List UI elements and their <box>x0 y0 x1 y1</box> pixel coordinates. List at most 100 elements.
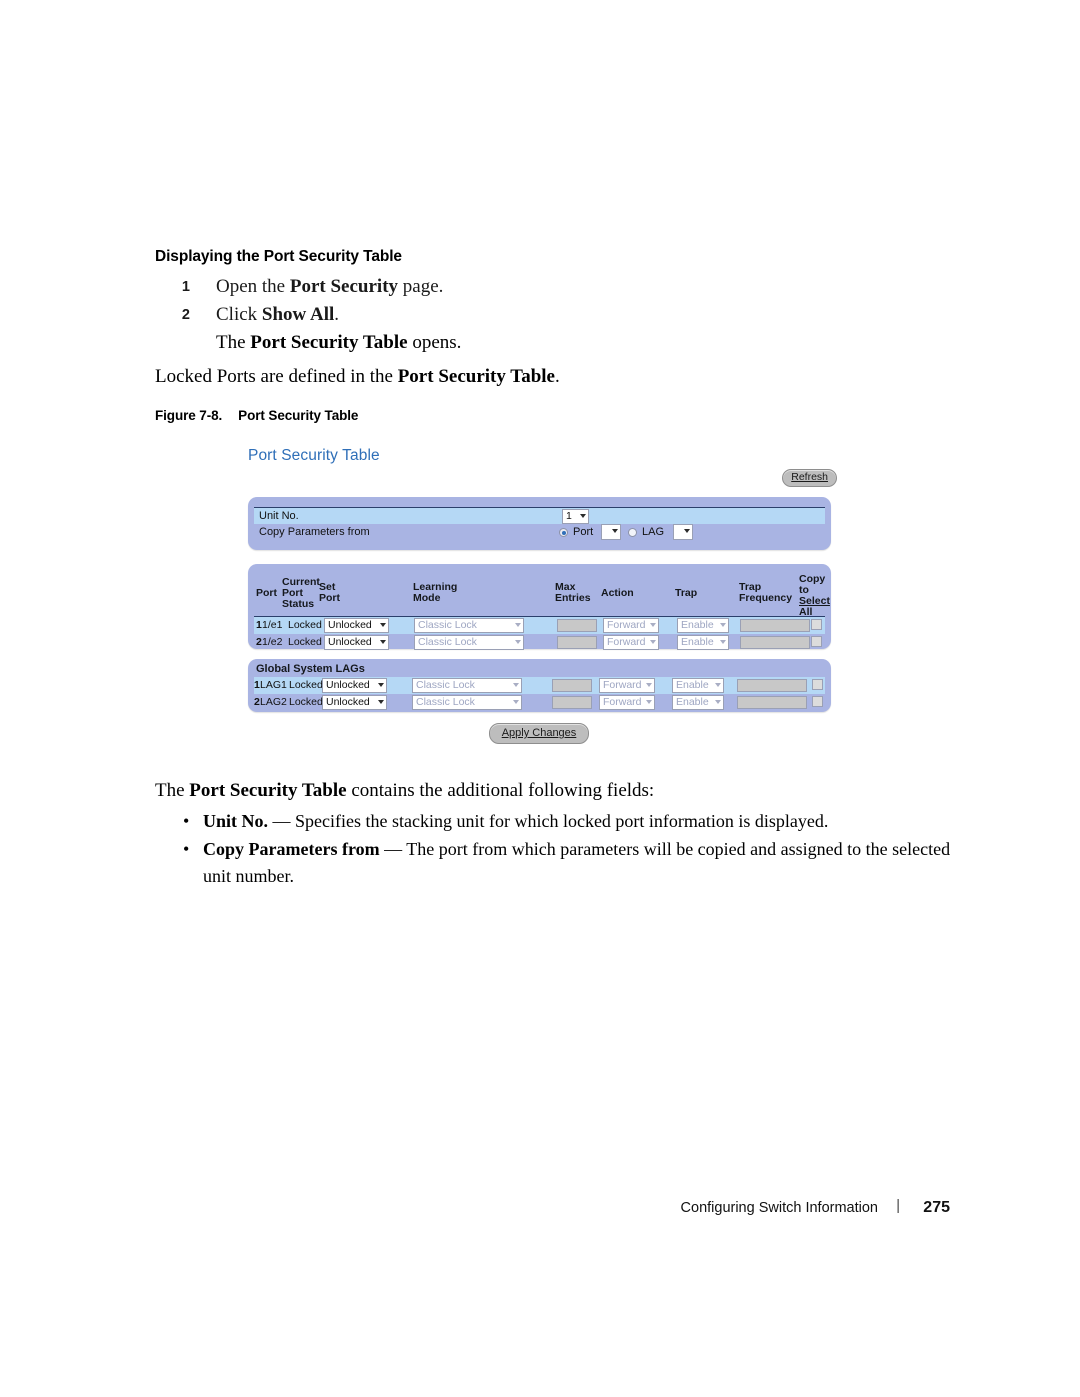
action-value: Forward <box>607 619 646 631</box>
copy-from-lag-select[interactable] <box>673 524 693 540</box>
apply-changes-button[interactable]: Apply Changes <box>488 723 590 744</box>
chevron-down-icon <box>380 640 386 644</box>
column-header-action: Action <box>601 587 634 599</box>
set-port-value: Unlocked <box>328 619 372 631</box>
cell-action-select[interactable]: Forward <box>603 618 659 633</box>
cell-trap-frequency-input[interactable] <box>737 679 807 692</box>
cell-action-select[interactable]: Forward <box>603 635 659 650</box>
chevron-down-icon <box>378 683 384 687</box>
cell-trap-select[interactable]: Enable <box>677 618 729 633</box>
chevron-down-icon <box>513 683 519 687</box>
cell-copy-to-checkbox[interactable] <box>811 636 822 647</box>
cell-set-port-select[interactable]: Unlocked <box>322 695 387 710</box>
cell-current-port-status: Locked <box>288 619 322 631</box>
cell-max-entries-input[interactable] <box>557 619 597 632</box>
global-system-lags-panel: Global System LAGs 1 LAG1 Locked Unlocke… <box>248 659 831 712</box>
figure-caption: Figure 7-8. Port Security Table <box>155 408 358 423</box>
learning-mode-value: Classic Lock <box>418 636 477 648</box>
column-header-learning-mode-line2: Mode <box>413 592 441 604</box>
cell-port: 1/e1 <box>262 619 283 631</box>
cell-learning-mode-select[interactable]: Classic Lock <box>412 678 522 693</box>
cell-trap-frequency-input[interactable] <box>740 636 810 649</box>
cell-max-entries-input[interactable] <box>552 696 592 709</box>
learning-mode-value: Classic Lock <box>416 679 475 691</box>
set-port-value: Unlocked <box>326 696 370 708</box>
table-row: 1 LAG1 Locked Unlocked Classic Lock Forw… <box>254 677 825 694</box>
step-number: 2 <box>181 307 190 323</box>
action-value: Forward <box>607 636 646 648</box>
learning-mode-value: Classic Lock <box>418 619 477 631</box>
chevron-down-icon <box>513 700 519 704</box>
step-emphasis: Port Security <box>289 276 399 297</box>
row-index: 1 <box>254 679 260 691</box>
cell-learning-mode-select[interactable]: Classic Lock <box>414 618 524 633</box>
step-emphasis: Show All <box>261 304 335 325</box>
step-continuation-text: The Port Security Table opens. <box>216 332 462 353</box>
column-header-max-entries-line2: Entries <box>555 592 591 604</box>
cell-copy-to-checkbox[interactable] <box>812 679 823 690</box>
cell-trap-select[interactable]: Enable <box>677 635 729 650</box>
apply-changes-container: Apply Changes <box>233 723 845 744</box>
global-system-lags-title: Global System LAGs <box>256 663 365 675</box>
cell-set-port-select[interactable]: Unlocked <box>324 618 389 633</box>
list-item: • Unit No. — Specifies the stacking unit… <box>155 808 955 835</box>
cell-learning-mode-select[interactable]: Classic Lock <box>412 695 522 710</box>
chevron-down-icon <box>378 700 384 704</box>
column-header-port: Port <box>256 587 277 599</box>
chevron-down-icon <box>380 623 386 627</box>
chevron-down-icon <box>720 640 726 644</box>
cell-max-entries-input[interactable] <box>552 679 592 692</box>
cell-trap-frequency-input[interactable] <box>737 696 807 709</box>
cell-trap-select[interactable]: Enable <box>672 695 724 710</box>
document-page: Displaying the Port Security Table 1 Ope… <box>0 0 1080 1397</box>
list-item: • Copy Parameters from — The port from w… <box>155 836 955 890</box>
cell-set-port-select[interactable]: Unlocked <box>324 635 389 650</box>
figure-title: Port Security Table <box>238 408 359 423</box>
chevron-down-icon <box>715 700 721 704</box>
fields-intro-emphasis: Port Security Table <box>189 780 347 801</box>
cell-copy-to-checkbox[interactable] <box>811 619 822 630</box>
cell-copy-to-checkbox[interactable] <box>812 696 823 707</box>
learning-mode-value: Classic Lock <box>416 696 475 708</box>
copy-from-port-radio[interactable] <box>559 528 568 537</box>
table-header-row: Port Current Port Status Set Port Learni… <box>248 564 831 618</box>
row-index: 1 <box>256 619 262 631</box>
unit-no-select[interactable]: 1 <box>562 509 589 524</box>
copy-from-lag-radio[interactable] <box>628 528 637 537</box>
bullet-term: Copy Parameters from <box>203 839 380 859</box>
chevron-down-icon <box>684 529 690 533</box>
set-port-value: Unlocked <box>328 636 372 648</box>
table-row: 1 1/e1 Locked Unlocked Classic Lock Forw… <box>254 617 825 634</box>
copy-parameters-label: Copy Parameters from <box>259 526 370 538</box>
chevron-down-icon <box>720 623 726 627</box>
set-port-value: Unlocked <box>326 679 370 691</box>
cell-action-select[interactable]: Forward <box>599 695 655 710</box>
refresh-button[interactable]: Refresh <box>782 469 837 487</box>
locked-ports-paragraph: Locked Ports are defined in the Port Sec… <box>155 366 560 387</box>
cell-current-port-status: Locked <box>289 679 323 691</box>
cell-port: 1/e2 <box>262 636 283 648</box>
cell-trap-frequency-input[interactable] <box>740 619 810 632</box>
footer-separator: | <box>896 1198 900 1214</box>
action-value: Forward <box>603 696 642 708</box>
chevron-down-icon <box>650 640 656 644</box>
fields-intro-paragraph: The Port Security Table contains the add… <box>155 780 655 801</box>
step-text: Click Show All. <box>216 304 340 325</box>
table-row: 2 LAG2 Locked Unlocked Classic Lock Forw… <box>254 694 825 711</box>
step-continuation-emphasis: Port Security Table <box>250 332 408 353</box>
cell-set-port-select[interactable]: Unlocked <box>322 678 387 693</box>
copy-from-port-select[interactable] <box>601 524 621 540</box>
trap-value: Enable <box>681 619 714 631</box>
cell-learning-mode-select[interactable]: Classic Lock <box>414 635 524 650</box>
step-text: Open the Port Security page. <box>216 276 444 297</box>
cell-current-port-status: Locked <box>288 636 322 648</box>
bullet-term: Unit No. <box>203 811 269 831</box>
unit-no-value: 1 <box>566 510 572 522</box>
cell-max-entries-input[interactable] <box>557 636 597 649</box>
cell-trap-select[interactable]: Enable <box>672 678 724 693</box>
chevron-down-icon <box>515 640 521 644</box>
cell-action-select[interactable]: Forward <box>599 678 655 693</box>
section-heading: Displaying the Port Security Table <box>155 248 402 265</box>
chevron-down-icon <box>612 529 618 533</box>
row-index: 2 <box>256 636 262 648</box>
